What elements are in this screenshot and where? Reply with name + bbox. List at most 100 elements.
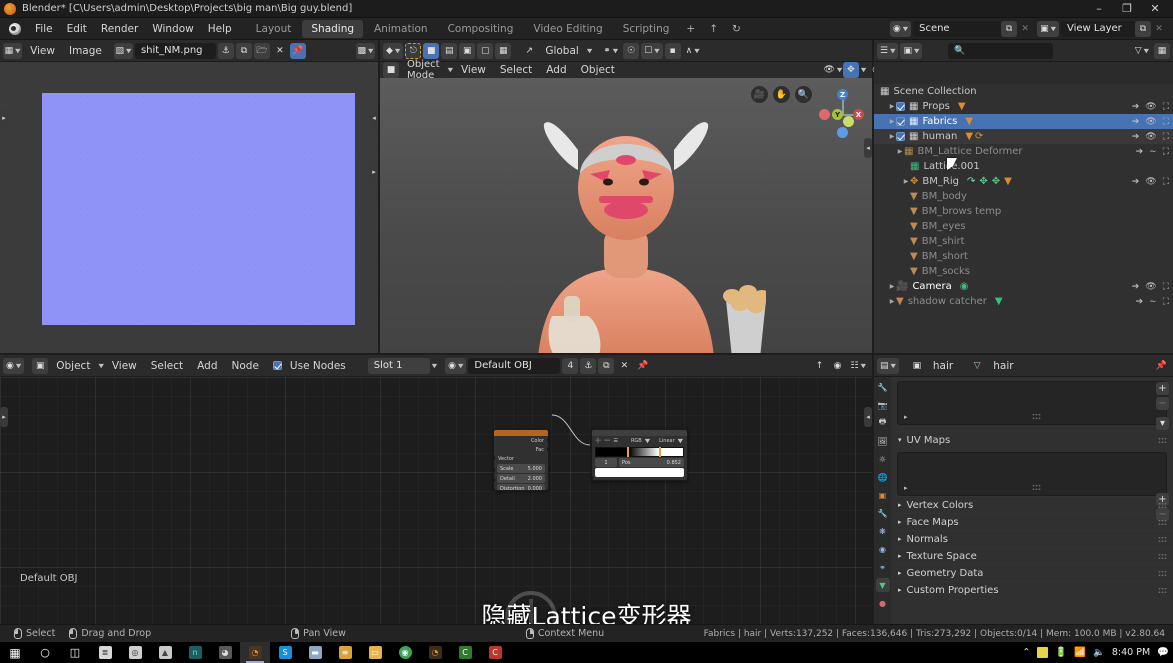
viewport-menu-select[interactable]: Select: [494, 64, 538, 76]
node-sidebar-toggle[interactable]: ▸: [0, 407, 8, 427]
section-grip[interactable]: [1158, 552, 1167, 560]
image-canvas[interactable]: ▸ ◂ ▸: [0, 62, 378, 353]
outliner-row-lattice-001[interactable]: ▦ Lattice.001: [874, 159, 1173, 174]
expand-triangle-icon[interactable]: ▶: [888, 298, 896, 305]
browse-scene-icon[interactable]: ◉ ▼: [889, 20, 912, 37]
props-checkbox[interactable]: [896, 102, 905, 111]
calculator-icon[interactable]: ≣: [90, 642, 120, 663]
selectable-cursor-icon[interactable]: ➔: [1132, 282, 1140, 292]
notes-icon[interactable]: ≡: [330, 642, 360, 663]
maximize-button[interactable]: ❐: [1113, 0, 1141, 18]
tab-compositing[interactable]: Compositing: [439, 20, 523, 38]
section-face-maps[interactable]: ▸ Face Maps: [891, 513, 1173, 530]
expand-triangle-icon[interactable]: ▶: [888, 118, 896, 125]
disable-render-icon[interactable]: ⛶: [1163, 282, 1169, 292]
display-mode-icon[interactable]: ▣ ▼: [900, 42, 923, 59]
node-prop-detail[interactable]: Detail 2.000: [497, 474, 545, 483]
image-name-field[interactable]: shit_NM.png: [134, 42, 216, 59]
pivot-point-icon[interactable]: ☐ ▼: [641, 42, 663, 59]
start-button[interactable]: ▦: [0, 642, 30, 663]
editor-type-image-icon[interactable]: ▦ ▼: [3, 42, 23, 59]
selectable-cursor-icon[interactable]: ➔: [1132, 117, 1140, 127]
clock-time[interactable]: 8:40 PM: [1112, 647, 1150, 658]
refresh-icon[interactable]: ↻: [726, 20, 747, 38]
selectable-cursor-icon[interactable]: ➔: [1136, 147, 1144, 157]
socket-fac-output[interactable]: [547, 447, 548, 451]
tab-tool-icon[interactable]: 🔧: [876, 380, 890, 394]
outliner-row-lattice-deformer[interactable]: ▶ ▦ BM_Lattice Deformer ➔ ∼ ⛶: [874, 144, 1173, 159]
media-app-icon[interactable]: ◎: [120, 642, 150, 663]
tab-physics-icon[interactable]: ◉: [876, 542, 890, 556]
section-grip[interactable]: [1158, 518, 1167, 526]
properties-pin-icon[interactable]: 📌: [1153, 358, 1170, 374]
file-explorer-icon[interactable]: ▭: [360, 642, 390, 663]
menu-file[interactable]: File: [28, 18, 60, 40]
node-output-fac[interactable]: Fac: [494, 445, 548, 454]
outliner-row-bm-shirt[interactable]: ▼ BM_shirt: [874, 234, 1173, 249]
vscode-icon[interactable]: C: [450, 642, 480, 663]
action-center-icon[interactable]: 💬: [1157, 647, 1169, 658]
disable-render-icon[interactable]: ⛶: [1163, 132, 1169, 142]
list-expand-triangle-icon[interactable]: ▸: [904, 484, 908, 492]
ramp-stop-handle-2[interactable]: [658, 447, 661, 457]
menu-render[interactable]: Render: [94, 18, 145, 40]
outliner-row-camera[interactable]: ▶ 🎥 Camera ◉ ➔ 👁 ⛶: [874, 279, 1173, 294]
proportional-edit-icon[interactable]: ☉: [623, 42, 640, 59]
section-geometry-data[interactable]: ▸ Geometry Data: [891, 564, 1173, 581]
tab-view-layer-icon[interactable]: 🖼: [876, 434, 890, 448]
section-uv-maps[interactable]: ▾ UV Maps: [891, 431, 1173, 448]
upload-icon[interactable]: ↑: [703, 20, 724, 38]
chrome-icon[interactable]: ◉: [390, 642, 420, 663]
section-grip[interactable]: [1158, 436, 1167, 444]
remove-stop-icon[interactable]: ➖: [604, 438, 610, 444]
expand-triangle-icon[interactable]: ▾: [898, 436, 902, 444]
color-ramp-toolbar[interactable]: ➕ ➖ ☰ RGB ▼ Linear ▼: [592, 436, 687, 446]
expand-triangle-icon[interactable]: ▶: [902, 178, 910, 185]
pin-icon[interactable]: 📌: [289, 42, 306, 59]
shader-type-icon[interactable]: ▣: [32, 357, 49, 374]
editor-type-outliner-icon[interactable]: ☰ ▼: [877, 42, 899, 59]
node-output-color[interactable]: Color: [494, 436, 548, 445]
vertex-group-specials-chevron-icon[interactable]: ▾: [1156, 417, 1169, 430]
gizmo-axis-x[interactable]: X: [853, 109, 864, 120]
fabrics-checkbox[interactable]: [896, 117, 905, 126]
outliner-row-bm-rig[interactable]: ▶ ✥ BM_Rig ↷ ✥ ✥ ▼ ➔ 👁 ⛶: [874, 174, 1173, 189]
zbrush-icon[interactable]: ◕: [210, 642, 240, 663]
image-right-panel-toggle[interactable]: ◂: [370, 108, 378, 128]
remove-vertex-group-button[interactable]: −: [1156, 397, 1169, 410]
tab-material-icon[interactable]: ●: [876, 596, 890, 610]
ramp-menu-icon[interactable]: ☰: [613, 438, 617, 444]
transform-orientation-icon[interactable]: ↗: [521, 43, 537, 59]
expand-triangle-icon[interactable]: ▶: [888, 133, 896, 140]
minimize-button[interactable]: –: [1085, 0, 1113, 18]
list-resize-grip[interactable]: [1032, 413, 1041, 420]
gizmo-chevron-down-icon[interactable]: ▼: [861, 67, 866, 73]
disable-render-icon[interactable]: ⛶: [1163, 117, 1169, 127]
section-grip[interactable]: [1158, 501, 1167, 509]
fake-user-shield-icon[interactable]: ⚓: [580, 357, 597, 374]
noise-texture-node[interactable]: Color Fac Vector Scale 5.000 Detail 2.00…: [493, 429, 549, 491]
outliner-search-input[interactable]: 🔍: [948, 42, 1054, 59]
hide-eye-icon[interactable]: 👁: [1145, 282, 1156, 292]
properties-panel-body[interactable]: ▸ + − ▾ ▾ UV Maps ▸ + − ▸ Vertex Colors …: [891, 377, 1173, 624]
image-right-panel-toggle-2[interactable]: ▸: [370, 162, 378, 182]
outliner-row-bm-socks[interactable]: ▼ BM_socks: [874, 264, 1173, 279]
outliner-row-shadow-catcher[interactable]: ▶ ▼ shadow catcher ▼ ➔ ∼ ⛶: [874, 294, 1173, 309]
expand-triangle-icon[interactable]: ▸: [898, 569, 902, 577]
tab-constraints-icon[interactable]: ⚭: [876, 560, 890, 574]
camera-view-icon[interactable]: 🎥: [751, 86, 768, 103]
expand-triangle-icon[interactable]: ▸: [898, 586, 902, 594]
hide-eye-icon[interactable]: 👁: [1145, 102, 1156, 112]
node-canvas[interactable]: Color Fac Vector Scale 5.000 Detail 2.00…: [0, 377, 872, 624]
material-slot-selector[interactable]: Slot 1: [367, 357, 430, 374]
select-mode-intersect-icon[interactable]: ▦: [495, 42, 512, 59]
node-snap-target-icon[interactable]: ◉: [830, 358, 846, 374]
disable-render-icon[interactable]: ⛶: [1163, 177, 1169, 187]
battery-icon[interactable]: 🔋: [1055, 647, 1067, 658]
new-viewlayer-button[interactable]: ⧉: [1135, 20, 1151, 37]
selectable-cursor-icon[interactable]: ➔: [1132, 102, 1140, 112]
outliner-row-scene-collection[interactable]: ▦ Scene Collection: [874, 84, 1173, 99]
expand-triangle-icon[interactable]: ▸: [898, 518, 902, 526]
expand-triangle-icon[interactable]: ▶: [888, 283, 896, 290]
tab-layout[interactable]: Layout: [247, 20, 301, 38]
